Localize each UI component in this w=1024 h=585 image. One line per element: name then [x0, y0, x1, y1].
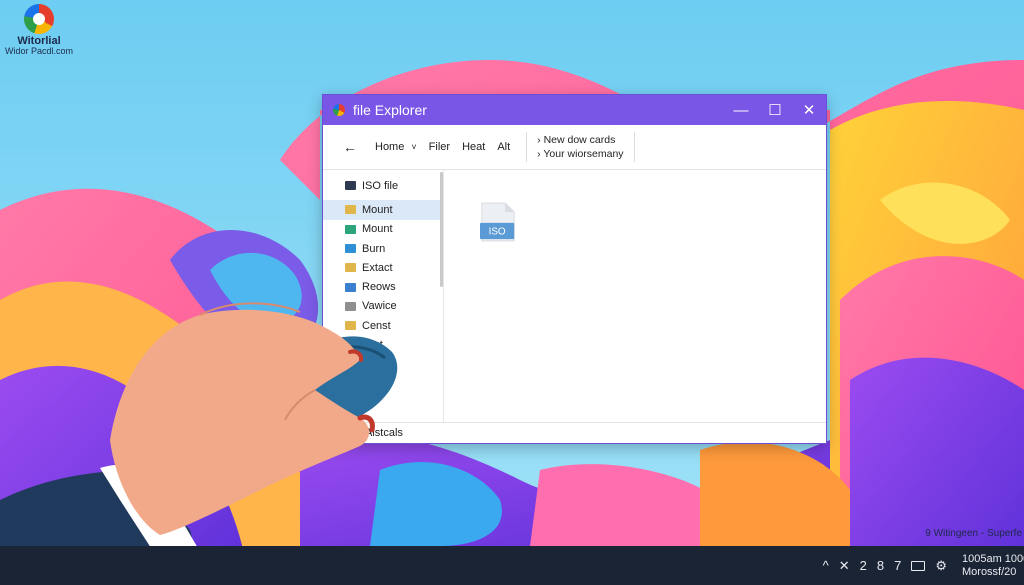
file-explorer-window: file Explorer — ☐ ✕ ← Home ˅ Filer Heat … [322, 94, 827, 444]
file-view: ISO [444, 170, 826, 423]
toolbar-alt[interactable]: Alt [491, 141, 516, 153]
toolbar: ← Home ˅ Filer Heat Alt › New dow cards … [323, 125, 826, 170]
maximize-button[interactable]: ☐ [758, 95, 792, 125]
folder-icon [345, 224, 356, 234]
nav-list: Mount Mount Burn Extact Reows Vawice Censt Tant [323, 200, 443, 354]
iso-file-icon: ISO [480, 202, 515, 242]
back-arrow-icon[interactable]: ← [337, 139, 369, 155]
nav-item-0[interactable]: Mount [323, 200, 443, 220]
battery-icon[interactable] [911, 560, 926, 571]
clock[interactable]: 1005am 1000 Morossf/20 [962, 553, 1024, 579]
folder-icon [345, 205, 356, 215]
toolbar-actions: › New dow cards › Your wiorsemany [533, 133, 623, 161]
settings-gear-icon[interactable]: ⚙ [935, 558, 947, 574]
nav-scrollbar[interactable] [440, 172, 443, 287]
logo-line2: Widor Pacdl.com [4, 46, 74, 56]
system-tray: ^ ✕ 2 8 7 ⚙ 1005am 1000 Morossf/20 [818, 546, 1024, 585]
app-icon [333, 104, 345, 116]
close-button[interactable]: ✕ [792, 95, 826, 125]
nav-item-label: Mount [362, 203, 393, 216]
nav-item-6[interactable]: Censt [323, 316, 443, 335]
status-text: Aistcals [365, 427, 403, 439]
nav-item-label: Extact [362, 261, 393, 274]
tray-overflow-icon[interactable]: ^ [823, 558, 829, 573]
nav-item-label: Tant [362, 339, 383, 352]
tray-item-2[interactable]: 2 [860, 558, 867, 573]
nav-root-iso-file[interactable]: ISO file [323, 176, 443, 195]
tray-item-8[interactable]: 8 [877, 558, 884, 573]
iso-badge-label: ISO [489, 227, 506, 238]
folder-icon [345, 340, 356, 350]
window-title: file Explorer [353, 102, 427, 118]
nav-item-label: Burn [362, 242, 386, 255]
status-bar: Aistcals [323, 422, 826, 443]
tray-close-icon[interactable]: ✕ [839, 558, 850, 574]
folder-icon [345, 321, 356, 331]
nav-item-7[interactable]: Tant [323, 335, 443, 354]
your-action-label: Your wiorsemany [543, 148, 624, 160]
folder-icon [345, 282, 356, 292]
nav-item-label: Censt [362, 319, 391, 332]
iso-file-item[interactable]: ISO [480, 200, 520, 249]
nav-item-label: Vawice [362, 300, 397, 313]
new-cards-action[interactable]: › New dow cards [537, 133, 623, 147]
navigation-pane: ISO file Mount Mount Burn Extact Reows Vawice… [323, 170, 444, 423]
drive-icon [345, 181, 356, 191]
logo-icon [24, 4, 54, 34]
system-notification: 9 Witingeen - Superfe [925, 528, 1022, 539]
toolbar-home[interactable]: Home ˅ [369, 141, 423, 153]
nav-item-label: Reows [362, 281, 396, 294]
folder-icon [345, 244, 356, 254]
nav-item-1[interactable]: Mount [323, 220, 443, 239]
toolbar-divider-right [633, 132, 635, 162]
taskbar: ^ ✕ 2 8 7 ⚙ 1005am 1000 Morossf/20 [0, 546, 1024, 585]
explorer-content: ISO file Mount Mount Burn Extact Reows Vawice… [323, 170, 826, 423]
minimize-button[interactable]: — [724, 95, 758, 125]
toolbar-divider [526, 132, 528, 162]
clock-date: Morossf/20 [962, 565, 1017, 578]
desktop-logo[interactable]: Witorlial Widor Pacdl.com [4, 4, 74, 56]
nav-item-2[interactable]: Burn [323, 239, 443, 258]
folder-icon [345, 301, 356, 311]
nav-item-5[interactable]: Vawice [323, 297, 443, 316]
nav-root-label: ISO file [362, 179, 399, 192]
toolbar-heat[interactable]: Heat [456, 141, 491, 153]
toolbar-filer[interactable]: Filer [423, 141, 456, 153]
toolbar-home-label: Home [375, 141, 405, 153]
nav-item-label: Mount [362, 223, 393, 236]
chevron-down-icon: ˅ [411, 142, 417, 152]
nav-item-4[interactable]: Reows [323, 277, 443, 296]
clock-time: 1005am 1000 [962, 552, 1024, 565]
tray-item-7[interactable]: 7 [894, 558, 901, 573]
folder-icon [345, 263, 356, 273]
new-cards-label: New dow cards [543, 134, 616, 146]
title-bar[interactable]: file Explorer — ☐ ✕ [323, 95, 826, 125]
nav-item-3[interactable]: Extact [323, 258, 443, 277]
your-action[interactable]: › Your wiorsemany [537, 147, 623, 161]
